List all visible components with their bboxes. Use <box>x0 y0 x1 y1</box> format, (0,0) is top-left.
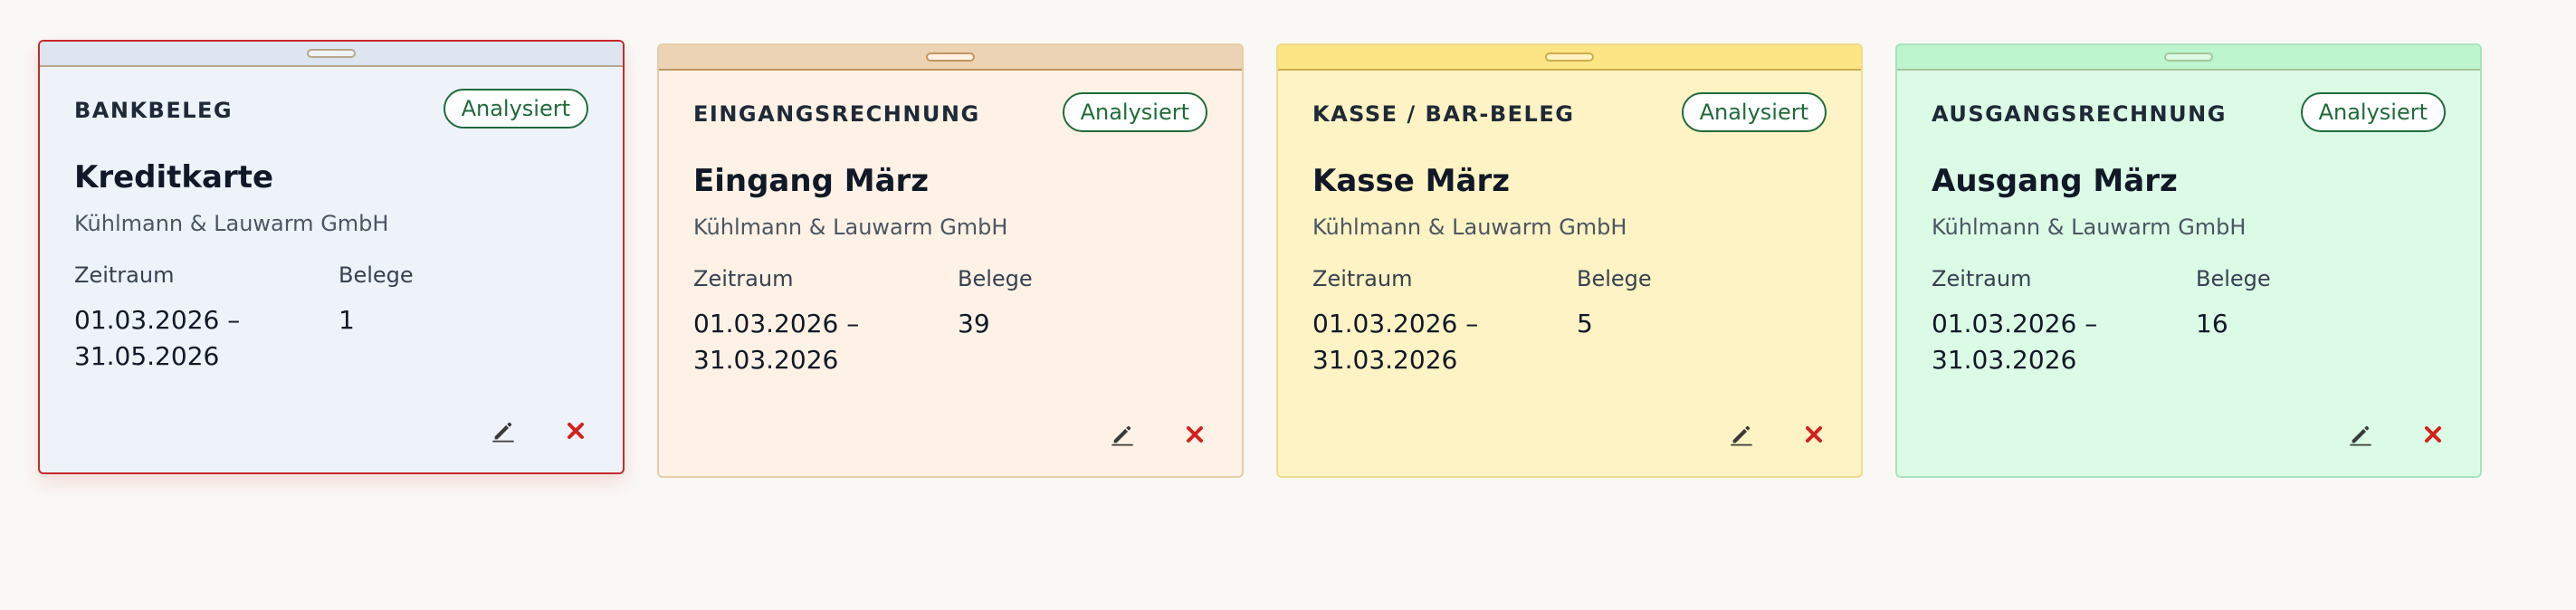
period-end: 31.05.2026 <box>74 341 220 371</box>
pencil-icon <box>2350 425 2371 446</box>
edit-button[interactable] <box>1104 416 1140 453</box>
card-eingangsrechnung[interactable]: EINGANGSRECHNUNG Analysiert Eingang März… <box>657 43 1244 478</box>
status-badge: Analysiert <box>1681 92 1827 132</box>
card-title: Kreditkarte <box>74 159 274 195</box>
close-x-icon <box>1187 426 1203 443</box>
drag-handle[interactable] <box>926 52 975 62</box>
card-title: Eingang März <box>693 163 930 199</box>
delete-button[interactable] <box>2415 416 2451 453</box>
period-start: 01.03.2026 – <box>74 305 241 335</box>
card-doc-type: EINGANGSRECHNUNG <box>693 101 980 127</box>
card-ausgangsrechnung[interactable]: AUSGANGSRECHNUNG Analysiert Ausgang März… <box>1895 43 2482 478</box>
period-start: 01.03.2026 – <box>1312 309 1479 338</box>
edit-button[interactable] <box>485 413 521 449</box>
card-tab-strip <box>659 45 1242 71</box>
close-x-icon <box>2425 426 2441 443</box>
count-value: 1 <box>339 305 355 335</box>
drag-handle[interactable] <box>2164 52 2213 62</box>
period-value: 01.03.2026 – 31.03.2026 <box>693 306 911 378</box>
delete-button[interactable] <box>558 413 594 449</box>
count-label: Belege <box>1577 266 1652 291</box>
status-badge: Analysiert <box>443 89 588 129</box>
delete-button[interactable] <box>1177 416 1213 453</box>
period-label: Zeitraum <box>1932 266 2032 291</box>
card-company: Kühlmann & Lauwarm GmbH <box>74 211 389 236</box>
count-value: 16 <box>2196 309 2228 338</box>
ledger-cards-grid: BANKBELEG Analysiert Kreditkarte Kühlman… <box>0 0 2576 610</box>
close-x-icon <box>568 423 584 439</box>
period-value: 01.03.2026 – 31.05.2026 <box>74 302 291 375</box>
card-doc-type: BANKBELEG <box>74 98 234 123</box>
card-company: Kühlmann & Lauwarm GmbH <box>1312 214 1627 240</box>
card-kasse-bar-beleg[interactable]: KASSE / BAR-BELEG Analysiert Kasse März … <box>1276 43 1863 478</box>
card-bankbeleg[interactable]: BANKBELEG Analysiert Kreditkarte Kühlman… <box>38 40 625 474</box>
period-start: 01.03.2026 – <box>1932 309 2098 338</box>
status-badge: Analysiert <box>1062 92 1207 132</box>
period-label: Zeitraum <box>693 266 794 291</box>
card-title: Kasse März <box>1312 163 1510 199</box>
card-tab-strip <box>1897 45 2480 71</box>
period-end: 31.03.2026 <box>1312 345 1458 375</box>
close-x-icon <box>1806 426 1822 443</box>
period-start: 01.03.2026 – <box>693 309 860 338</box>
count-label: Belege <box>2196 266 2271 291</box>
card-title: Ausgang März <box>1932 163 2178 199</box>
period-label: Zeitraum <box>74 262 175 288</box>
card-doc-type: KASSE / BAR-BELEG <box>1312 101 1575 127</box>
period-end: 31.03.2026 <box>1932 345 2077 375</box>
count-value: 5 <box>1577 309 1593 338</box>
period-value: 01.03.2026 – 31.03.2026 <box>1932 306 2149 378</box>
count-label: Belege <box>339 262 414 288</box>
period-label: Zeitraum <box>1312 266 1413 291</box>
period-value: 01.03.2026 – 31.03.2026 <box>1312 306 1530 378</box>
pencil-icon <box>1111 425 1133 446</box>
drag-handle[interactable] <box>1545 52 1594 62</box>
pencil-icon <box>1731 425 1752 446</box>
drag-handle[interactable] <box>307 49 356 58</box>
pencil-icon <box>492 422 514 443</box>
edit-button[interactable] <box>2342 416 2379 453</box>
count-value: 39 <box>958 309 990 338</box>
edit-button[interactable] <box>1723 416 1760 453</box>
card-tab-strip <box>1278 45 1861 71</box>
delete-button[interactable] <box>1796 416 1832 453</box>
count-label: Belege <box>958 266 1033 291</box>
card-tab-strip <box>40 42 623 67</box>
status-badge: Analysiert <box>2300 92 2446 132</box>
card-doc-type: AUSGANGSRECHNUNG <box>1932 101 2227 127</box>
card-company: Kühlmann & Lauwarm GmbH <box>1932 214 2247 240</box>
card-company: Kühlmann & Lauwarm GmbH <box>693 214 1008 240</box>
period-end: 31.03.2026 <box>693 345 839 375</box>
